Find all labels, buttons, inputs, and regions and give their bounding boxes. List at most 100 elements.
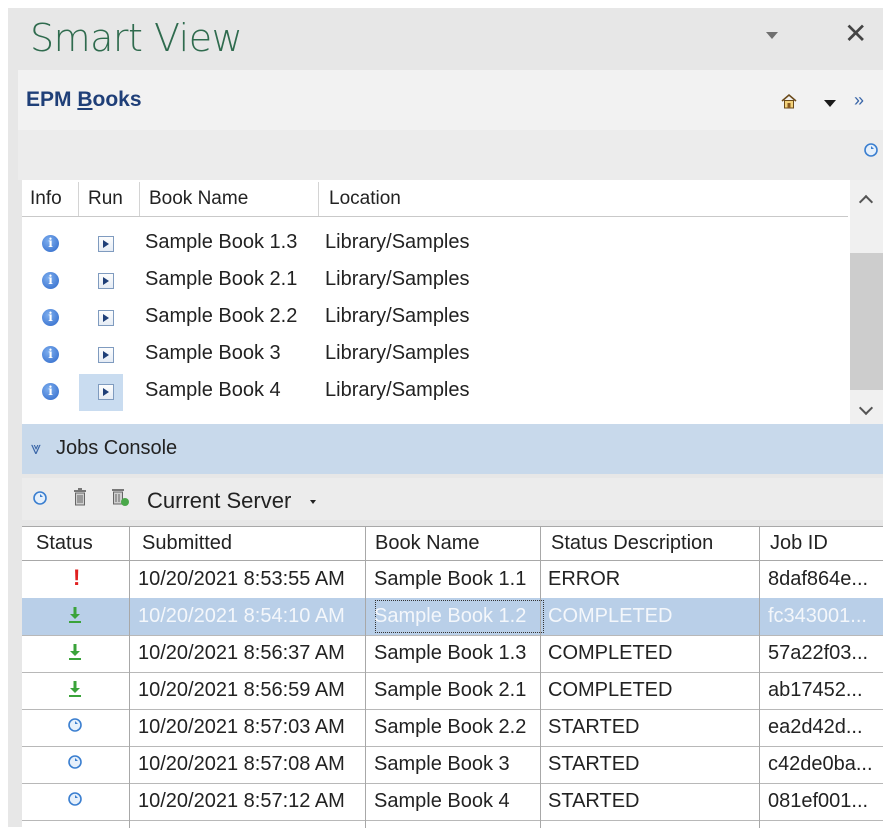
- book-row[interactable]: i Sample Book 2.2 Library/Samples: [22, 300, 848, 337]
- book-location: Library/Samples: [325, 231, 470, 253]
- scrollbar-thumb[interactable]: [850, 253, 883, 390]
- jobs-console-header[interactable]: ⩔ Jobs Console: [22, 424, 883, 474]
- caret-down-icon[interactable]: [766, 32, 778, 39]
- book-row[interactable]: i Sample Book 2.1 Library/Samples: [22, 263, 848, 300]
- job-submitted: 10/20/2021 8:53:55 AM: [138, 568, 345, 590]
- book-name: Sample Book 3: [145, 342, 281, 364]
- column-divider: [78, 182, 79, 216]
- col-location[interactable]: Location: [329, 188, 401, 210]
- scroll-up-icon[interactable]: [858, 194, 874, 210]
- book-row[interactable]: i Sample Book 4 Library/Samples: [22, 374, 848, 411]
- job-id: fc343001...: [768, 605, 867, 627]
- epm-books-bar: EPM Books »: [18, 70, 883, 130]
- jobs-console-label: Jobs Console: [56, 437, 178, 459]
- job-status-description: STARTED: [548, 716, 640, 738]
- panel-title: Smart View: [30, 16, 243, 60]
- trash-icon[interactable]: [72, 488, 88, 506]
- info-icon[interactable]: i: [42, 235, 59, 252]
- column-divider: [540, 527, 541, 828]
- col-job-id[interactable]: Job ID: [770, 532, 828, 555]
- menu-caret-down-icon[interactable]: [824, 100, 836, 107]
- run-icon[interactable]: [98, 347, 114, 363]
- job-submitted: 10/20/2021 8:56:37 AM: [138, 642, 345, 664]
- error-icon: !: [73, 565, 81, 590]
- job-row[interactable]: 10/20/2021 8:57:08 AM Sample Book 3 STAR…: [22, 746, 883, 784]
- refresh-icon: [68, 718, 82, 732]
- book-name: Sample Book 2.2: [145, 305, 298, 327]
- job-id: 57a22f03...: [768, 642, 869, 664]
- run-cell-selected[interactable]: [79, 374, 123, 411]
- book-name: Sample Book 4: [145, 379, 281, 401]
- collapse-chevron-icon[interactable]: ⩔: [31, 438, 41, 459]
- run-icon[interactable]: [98, 384, 114, 400]
- trash-all-icon[interactable]: [110, 487, 130, 507]
- job-row[interactable]: 10/20/2021 8:57:12 AM Sample Book 4 STAR…: [22, 783, 883, 821]
- column-divider: [129, 527, 130, 828]
- job-book-name: Sample Book 3: [374, 753, 510, 775]
- books-list: Info Run Book Name Location i Sample Boo…: [22, 180, 883, 424]
- column-divider: [759, 527, 760, 828]
- info-icon[interactable]: i: [42, 383, 59, 400]
- col-status-description[interactable]: Status Description: [551, 532, 713, 555]
- job-row-selected[interactable]: 10/20/2021 8:54:10 AM Sample Book 1.2 CO…: [22, 598, 883, 636]
- col-status[interactable]: Status: [36, 532, 93, 555]
- home-icon[interactable]: [781, 93, 797, 109]
- run-icon[interactable]: [98, 273, 114, 289]
- col-submitted[interactable]: Submitted: [142, 532, 232, 555]
- job-status-description: COMPLETED: [548, 605, 673, 627]
- server-dropdown-icon[interactable]: [310, 500, 316, 504]
- job-submitted: 10/20/2021 8:54:10 AM: [138, 605, 345, 627]
- refresh-icon: [68, 755, 82, 769]
- books-table-header: Info Run Book Name Location: [22, 180, 848, 217]
- job-id: c42de0ba...: [768, 753, 873, 775]
- run-cell[interactable]: [79, 300, 123, 337]
- books-toolbar: [18, 130, 883, 180]
- job-status-description: COMPLETED: [548, 642, 673, 664]
- job-row[interactable]: 10/20/2021 8:56:37 AM Sample Book 1.3 CO…: [22, 635, 883, 673]
- smart-view-panel: Smart View ✕ EPM Books » Info Run Book N…: [8, 8, 883, 828]
- job-id: 081ef001...: [768, 790, 869, 812]
- book-row[interactable]: i Sample Book 3 Library/Samples: [22, 337, 848, 374]
- info-icon[interactable]: i: [42, 272, 59, 289]
- run-cell[interactable]: [79, 263, 123, 300]
- job-id: 8daf864e...: [768, 568, 869, 590]
- book-name: Sample Book 2.1: [145, 268, 298, 290]
- info-icon[interactable]: i: [42, 346, 59, 363]
- book-location: Library/Samples: [325, 268, 470, 290]
- book-name: Sample Book 1.3: [145, 231, 298, 253]
- job-id: ab17452...: [768, 679, 863, 701]
- scroll-down-icon[interactable]: [858, 400, 874, 416]
- job-submitted: 10/20/2021 8:56:59 AM: [138, 679, 345, 701]
- job-book-name: Sample Book 2.2: [374, 716, 527, 738]
- job-status-description: STARTED: [548, 790, 640, 812]
- double-chevron-right-icon[interactable]: »: [854, 90, 864, 111]
- book-location: Library/Samples: [325, 342, 470, 364]
- run-cell[interactable]: [79, 337, 123, 374]
- section-title: EPM Books: [26, 88, 142, 111]
- job-status-description: ERROR: [548, 568, 621, 590]
- info-icon[interactable]: i: [42, 309, 59, 326]
- col-run[interactable]: Run: [88, 188, 123, 210]
- download-icon: [69, 681, 81, 697]
- refresh-icon: [68, 792, 82, 806]
- job-row[interactable]: ! 10/20/2021 8:53:55 AM Sample Book 1.1 …: [22, 561, 883, 599]
- job-submitted: 10/20/2021 8:57:03 AM: [138, 716, 345, 738]
- col-info[interactable]: Info: [30, 188, 62, 210]
- run-cell[interactable]: [79, 226, 123, 263]
- refresh-icon[interactable]: [863, 142, 879, 158]
- close-icon[interactable]: ✕: [844, 20, 867, 48]
- col-book-name[interactable]: Book Name: [375, 532, 480, 555]
- job-row[interactable]: 10/20/2021 8:57:03 AM Sample Book 2.2 ST…: [22, 709, 883, 747]
- run-icon[interactable]: [98, 310, 114, 326]
- job-status-description: STARTED: [548, 753, 640, 775]
- job-row[interactable]: 10/20/2021 8:56:59 AM Sample Book 2.1 CO…: [22, 672, 883, 710]
- books-scrollbar[interactable]: [850, 180, 883, 424]
- book-row[interactable]: i Sample Book 1.3 Library/Samples: [22, 226, 848, 263]
- server-selector[interactable]: Current Server: [147, 488, 291, 514]
- col-book-name[interactable]: Book Name: [149, 188, 248, 210]
- job-book-name: Sample Book 2.1: [374, 679, 527, 701]
- run-icon[interactable]: [98, 236, 114, 252]
- refresh-icon[interactable]: [32, 490, 48, 506]
- column-divider: [318, 182, 319, 216]
- column-divider: [139, 182, 140, 216]
